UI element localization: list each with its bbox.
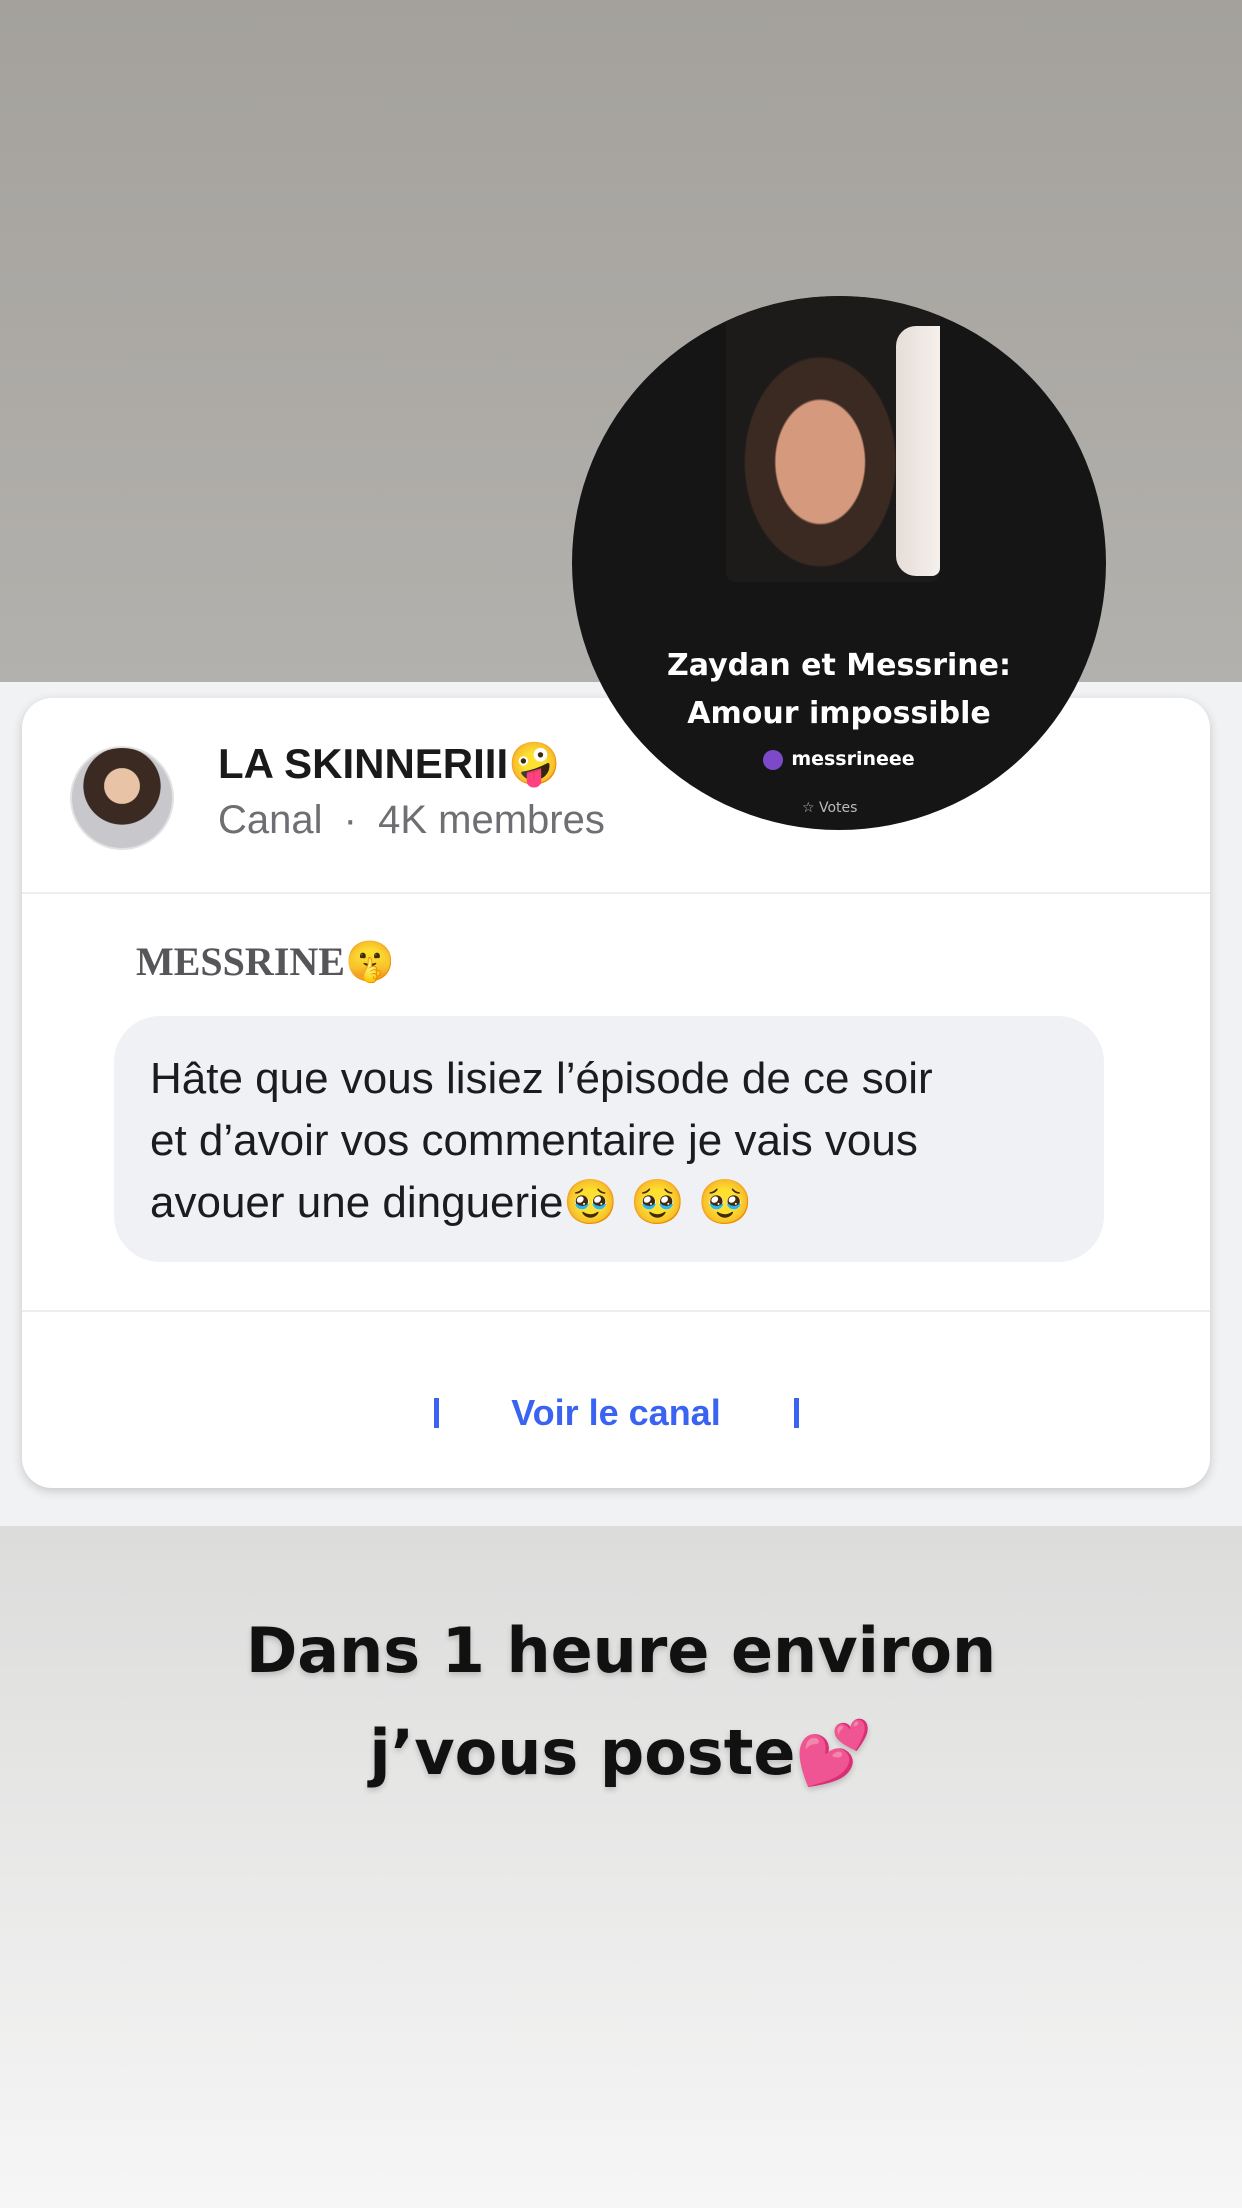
story-caption: Dans 1 heure environ j’vous poste💕 [245,1614,997,1789]
channel-type: Canal [218,798,323,842]
cta-right-mark [794,1398,799,1428]
channel-meta: Canal · 4K membres [218,798,605,843]
cover-photo-pillow [896,326,940,576]
story-author: messrineee [791,748,915,770]
message-sender: MESSRINE🤫 [136,939,395,984]
view-channel-button[interactable]: Voir le canal [511,1392,720,1434]
message-text: Hâte que vous lisiez l’épisode de ce soi… [150,1054,933,1227]
avatar[interactable] [70,746,174,850]
meta-separator: · [343,798,357,842]
story-cover-sticker[interactable]: Zaydan et Messrine: Amour impossible mes… [572,296,1106,830]
message-bubble: Hâte que vous lisiez l’épisode de ce soi… [114,1016,1104,1262]
header-divider [22,892,1210,894]
channel-card: LA SKINNERIII🤪 Canal · 4K membres MESSRI… [22,698,1210,1488]
story-title: Zaydan et Messrine: Amour impossible [667,648,1011,731]
author-avatar-icon [763,749,784,770]
footer-divider [22,1310,1210,1312]
story-author-row: messrineee [572,748,1106,770]
story-votes: ☆ Votes [802,800,858,816]
cta-area: Voir le canal [22,1378,1210,1448]
member-count: 4K membres [378,798,605,842]
channel-name[interactable]: LA SKINNERIII🤪 [218,740,560,789]
